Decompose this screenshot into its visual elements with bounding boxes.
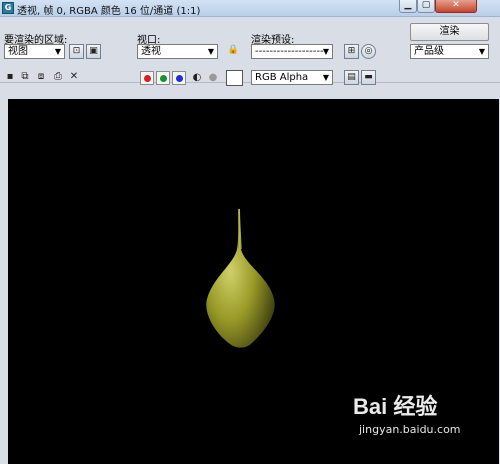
channel-display-dropdown[interactable]: RGB Alpha ▼ (251, 70, 333, 85)
preset-dropdown[interactable]: -------------------- ▼ (251, 44, 333, 59)
toggle-ui-icon[interactable]: ▤ (344, 70, 359, 85)
area-dropdown[interactable]: 视图 ▼ (4, 44, 65, 59)
frame-border (0, 97, 8, 464)
title-bar: G 透视, 帧 0, RGBA 颜色 16 位/通道 (1:1) ▁ ▢ ✕ (0, 0, 500, 17)
green-channel-button[interactable] (156, 71, 170, 85)
chevron-down-icon: ▼ (322, 47, 330, 56)
print-icon[interactable]: ⎙ (52, 71, 64, 83)
save-icon[interactable]: ▪ (4, 71, 16, 83)
viewport-dropdown[interactable]: 透视 ▼ (137, 44, 218, 59)
viewport-value: 透视 (141, 46, 161, 57)
render-controls-panel: 要渲染的区域: 视图 ▼ ⊡ ▣ 视口: 透视 ▼ 🔒 渲染预设: ------… (0, 17, 500, 97)
chevron-down-icon: ▼ (478, 47, 486, 56)
edit-region-icon[interactable]: ⊡ (69, 44, 84, 59)
quality-value: 产品级 (414, 46, 444, 57)
chevron-down-icon: ▼ (54, 47, 62, 56)
channel-display-value: RGB Alpha (255, 72, 309, 83)
chevron-down-icon: ▼ (322, 73, 330, 82)
watermark: Bai 经验 jingyan.baidu.com (353, 389, 493, 449)
render-setup-icon[interactable]: ⊞ (344, 44, 359, 59)
render-button[interactable]: 渲染 (410, 23, 489, 41)
red-dot-icon (144, 75, 151, 82)
blue-dot-icon (176, 75, 183, 82)
alpha-toggle-icon[interactable]: ◐ (191, 72, 203, 84)
quality-dropdown[interactable]: 产品级 ▼ (410, 44, 489, 59)
minimize-button[interactable]: ▁ (399, 0, 417, 13)
vase-stem (238, 209, 242, 249)
watermark-brand: Bai 经验 (353, 394, 438, 419)
chevron-down-icon: ▼ (207, 47, 215, 56)
green-dot-icon (160, 75, 167, 82)
area-value: 视图 (8, 46, 28, 57)
close-button[interactable]: ✕ (435, 0, 477, 13)
lock-icon[interactable]: 🔒 (226, 44, 241, 59)
display-icon[interactable]: ▬ (361, 70, 376, 85)
copy-icon[interactable]: ⧉ (19, 71, 31, 83)
blue-channel-button[interactable] (172, 71, 186, 85)
maximize-button[interactable]: ▢ (417, 0, 435, 13)
render-viewport: Bai 经验 jingyan.baidu.com (8, 99, 499, 464)
clear-icon[interactable]: ✕ (68, 71, 80, 83)
app-icon: G (2, 2, 14, 14)
red-channel-button[interactable] (140, 71, 154, 85)
mono-icon[interactable]: ● (207, 72, 219, 84)
preset-value: -------------------- (255, 46, 328, 57)
environment-icon[interactable]: ◎ (361, 44, 376, 59)
window-title: 透视, 帧 0, RGBA 颜色 16 位/通道 (1:1) (17, 6, 201, 17)
watermark-url: jingyan.baidu.com (359, 423, 461, 436)
color-swatch[interactable] (226, 70, 243, 86)
clone-icon[interactable]: ⧈ (35, 71, 47, 83)
auto-region-icon[interactable]: ▣ (86, 44, 101, 59)
